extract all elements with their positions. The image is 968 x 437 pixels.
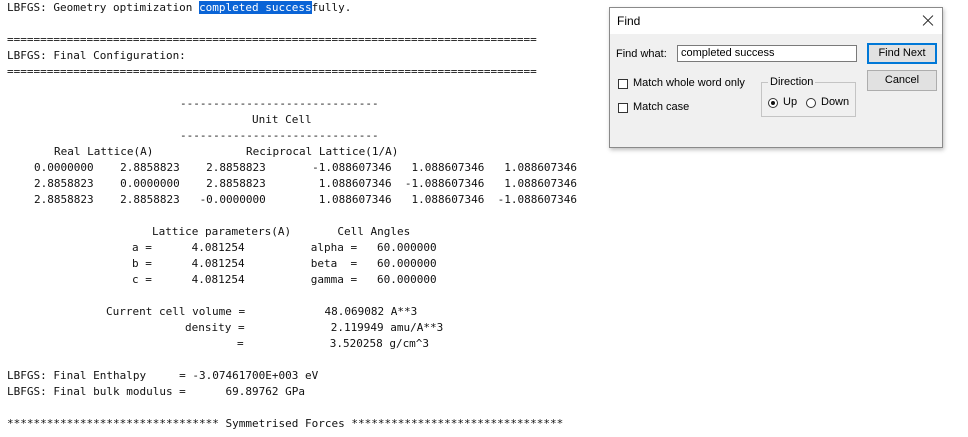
direction-up-radio[interactable] xyxy=(768,98,778,108)
dash-line: ------------------------------ xyxy=(180,97,379,110)
lattice-param-row: a = 4.081254 alpha = 60.000000 xyxy=(132,241,437,254)
search-highlight: completed success xyxy=(199,1,312,14)
find-what-input[interactable]: completed success xyxy=(677,45,857,62)
match-whole-word-label[interactable]: Match whole word only xyxy=(633,77,745,89)
log-text: fully. xyxy=(311,1,352,14)
log-text: LBFGS: Geometry optimization xyxy=(7,1,200,14)
lattice-param-row: b = 4.081254 beta = 60.000000 xyxy=(132,257,437,270)
symmetrised-forces-heading: ******************************** Symmetr… xyxy=(7,417,564,430)
lattice-params-header: Lattice parameters(A) Cell Angles xyxy=(152,225,411,238)
direction-down-label[interactable]: Down xyxy=(821,96,849,108)
separator-line: ========================================… xyxy=(7,65,537,78)
unit-cell-heading: Unit Cell xyxy=(252,113,312,126)
lattice-param-row: c = 4.081254 gamma = 60.000000 xyxy=(132,273,437,286)
density-gcm: = 3.520258 g/cm^3 xyxy=(237,337,430,350)
separator-line: ========================================… xyxy=(7,33,537,46)
dash-line: ------------------------------ xyxy=(180,129,379,142)
final-bulk-modulus: LBFGS: Final bulk modulus = 69.89762 GPa xyxy=(7,385,306,398)
direction-up-label[interactable]: Up xyxy=(783,96,797,108)
close-icon[interactable] xyxy=(918,11,938,31)
match-case-label[interactable]: Match case xyxy=(633,101,689,113)
match-whole-word-checkbox[interactable] xyxy=(618,79,628,89)
direction-label: Direction xyxy=(768,76,816,88)
cancel-button[interactable]: Cancel xyxy=(867,70,937,91)
dialog-title: Find xyxy=(617,14,641,28)
lattice-row: 2.8858823 2.8858823 -0.0000000 1.0886073… xyxy=(34,193,578,206)
dialog-titlebar[interactable]: Find xyxy=(610,8,942,34)
find-what-label: Find what: xyxy=(616,48,667,60)
direction-down-radio[interactable] xyxy=(806,98,816,108)
lattice-header: Real Lattice(A) Reciprocal Lattice(1/A) xyxy=(54,145,399,158)
lattice-row: 0.0000000 2.8858823 2.8858823 -1.0886073… xyxy=(34,161,578,174)
match-case-checkbox[interactable] xyxy=(618,103,628,113)
lattice-row: 2.8858823 0.0000000 2.8858823 1.08860734… xyxy=(34,177,578,190)
cell-volume: Current cell volume = 48.069082 A**3 xyxy=(106,305,418,318)
find-dialog: Find Find what: completed success Find N… xyxy=(609,7,943,148)
final-configuration-heading: LBFGS: Final Configuration: xyxy=(7,49,186,62)
find-next-button[interactable]: Find Next xyxy=(867,43,937,64)
density-amu: density = 2.119949 amu/A**3 xyxy=(185,321,444,334)
log-line-optimization: LBFGS: Geometry optimization completed s… xyxy=(7,0,351,16)
final-enthalpy: LBFGS: Final Enthalpy = -3.07461700E+003… xyxy=(7,369,319,382)
